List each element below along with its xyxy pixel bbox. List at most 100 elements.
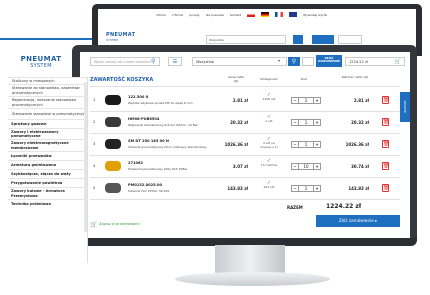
back-search-field[interactable]: Wszystkie xyxy=(206,35,286,44)
product-thumbnail[interactable] xyxy=(105,95,121,105)
availability: ✓ 202 szt xyxy=(257,181,281,190)
back-nav-link[interactable]: o firmie xyxy=(172,13,183,17)
sidebar-item[interactable]: Sterowanie do stanowisko, nawiertów pneu… xyxy=(8,84,88,96)
availability: ✓ 2 szt xyxy=(257,115,281,124)
quantity-value[interactable]: 1 xyxy=(299,120,313,125)
divider xyxy=(90,111,400,112)
line-value: 143.83 zł xyxy=(348,186,369,191)
minus-icon[interactable]: − xyxy=(292,186,299,191)
back-order-button[interactable] xyxy=(312,35,334,44)
plus-icon[interactable]: + xyxy=(313,186,320,191)
flag-de-icon[interactable] xyxy=(261,12,270,17)
product-code[interactable]: PM0132.0025.00 xyxy=(128,183,162,187)
back-top-nav: ofirma o firmie porady dla prasowa konta… xyxy=(98,9,416,20)
availability-text: 1200 szt xyxy=(262,97,276,101)
sidebar-item[interactable]: Sterowanie stanowisk w pneumatycznych xyxy=(8,108,88,119)
flag-pl-icon[interactable] xyxy=(247,12,256,17)
sidebar-item[interactable]: Stoliczny w miesjowych xyxy=(8,77,88,84)
sidebar-item[interactable]: Przygotowanie powietrza xyxy=(8,178,88,187)
minus-icon[interactable]: − xyxy=(292,120,299,125)
col-value-net: Wartość netto (zł) xyxy=(341,75,369,79)
plus-icon[interactable]: + xyxy=(313,142,320,147)
sidebar-item[interactable]: Zawory elektromagnetyczne membranowe xyxy=(8,139,88,151)
product-thumbnail[interactable] xyxy=(105,139,121,149)
search-go-button[interactable]: ⚲ xyxy=(288,57,300,66)
product-code[interactable]: 271062 xyxy=(128,161,143,165)
plus-icon[interactable]: + xyxy=(313,98,320,103)
summary-label: RAZEM xyxy=(287,205,303,210)
save-cart-link[interactable]: Zapisz w przechowalni xyxy=(99,222,140,226)
quantity-value[interactable]: 10 xyxy=(299,164,313,169)
product-code[interactable]: 122.500 II xyxy=(128,95,148,99)
search-icon[interactable]: ⚲ xyxy=(151,58,159,65)
quantity-stepper[interactable]: − 1 + xyxy=(291,97,321,104)
product-code[interactable]: SM DT 250 183 00 N xyxy=(128,139,169,143)
trash-icon[interactable]: 🗑 xyxy=(382,140,389,148)
back-search-button[interactable] xyxy=(293,35,303,44)
search-input[interactable]: Wpisz nazwę lub numer produktu xyxy=(90,57,160,66)
header-order-button[interactable]: ZŁÓŻ ZAMÓWIENIE xyxy=(316,55,342,67)
logo[interactable]: PNEUMAT SYSTEM xyxy=(2,55,80,77)
quantity-stepper[interactable]: − 1 + xyxy=(291,185,321,192)
product-thumbnail[interactable] xyxy=(105,161,121,171)
product-description: Przewód poliuretanowy żółty 8x5 25Bar xyxy=(128,167,188,171)
unit-price: 143.83 zł xyxy=(227,186,248,191)
minus-icon[interactable]: − xyxy=(292,98,299,103)
quantity-stepper[interactable]: − 1 + xyxy=(291,119,321,126)
col-price-net: Cena netto (zł) xyxy=(227,75,245,83)
availability-text: 2 szt xyxy=(265,119,273,123)
product-code[interactable]: HM08-PUB6504 xyxy=(128,117,159,121)
place-order-label: Złóż zamówienie xyxy=(338,218,374,223)
quantity-value[interactable]: 1 xyxy=(299,142,313,147)
row-number: 4 xyxy=(93,164,96,168)
flag-fr-icon[interactable] xyxy=(275,12,284,17)
trash-icon[interactable]: 🗑 xyxy=(382,96,389,104)
sidebar-item[interactable]: Armatura gwintowana xyxy=(8,160,88,169)
sidebar-item[interactable]: Szybkozłącza, złącza do węży xyxy=(8,169,88,178)
back-cart-field[interactable] xyxy=(338,35,362,44)
product-thumbnail[interactable] xyxy=(105,183,121,193)
trash-icon[interactable]: 🗑 xyxy=(382,184,389,192)
quantity-stepper[interactable]: − 10 + xyxy=(291,163,321,170)
back-logo-sub: SYSTEM xyxy=(106,38,118,42)
side-cart-tab[interactable]: KOSZYK xyxy=(400,92,410,122)
quantity-stepper[interactable]: − 1 + xyxy=(291,141,321,148)
sidebar-item[interactable]: Technika próżniowa xyxy=(8,199,88,208)
sidebar-item[interactable]: Regeneracja, mieszanie stanowisko pneuma… xyxy=(8,96,88,108)
place-order-button[interactable]: Złóż zamówienie ▸ xyxy=(316,215,400,227)
barcode-icon[interactable]: ☰ xyxy=(168,57,182,66)
save-cart-icon[interactable]: 🛒 xyxy=(90,221,97,228)
back-nav-link[interactable]: ofirma xyxy=(156,13,166,17)
line-value: 30.74 zł xyxy=(351,164,369,169)
back-nav-link[interactable]: porady xyxy=(189,13,200,17)
cart-total-value: 1224.22 zł xyxy=(349,60,368,64)
menu-scrollbar[interactable] xyxy=(84,82,87,232)
sidebar-item[interactable]: Sprężony gazowe xyxy=(8,119,88,128)
divider xyxy=(90,155,400,156)
sidebar-item[interactable]: Zawory kulowe - Armatura Przemysłowa xyxy=(8,187,88,199)
minus-icon[interactable]: − xyxy=(292,164,299,169)
trash-icon[interactable]: 🗑 xyxy=(382,118,389,126)
row-number: 2 xyxy=(93,120,96,124)
back-nav-link[interactable]: kontakt xyxy=(230,13,241,17)
trash-icon[interactable]: 🗑 xyxy=(382,162,389,170)
unit-price: 20.32 zł xyxy=(230,120,248,125)
quantity-value[interactable]: 1 xyxy=(299,186,313,191)
minus-icon[interactable]: − xyxy=(292,142,299,147)
plus-icon[interactable]: + xyxy=(313,164,320,169)
product-thumbnail[interactable] xyxy=(105,117,121,127)
quantity-value[interactable]: 1 xyxy=(299,98,313,103)
back-search-label: Wyszukaj wyrób xyxy=(303,12,328,17)
filter-dropdown[interactable] xyxy=(302,57,314,66)
sidebar-item[interactable]: Łączniki przewodów xyxy=(8,151,88,160)
sidebar-item[interactable]: Zawory i elektrozawory pneumatyczne xyxy=(8,128,88,139)
availability-text: 0 szt (w miesiącu 1) xyxy=(260,141,278,149)
category-select[interactable]: Wszystkie xyxy=(192,57,287,66)
logo-main: PNEUMAT xyxy=(20,55,62,63)
cart-total-field[interactable]: 1224.22 zł 🛒 xyxy=(345,57,405,66)
row-number: 5 xyxy=(93,186,96,190)
back-nav-link[interactable]: dla prasowa xyxy=(206,13,224,17)
flag-en-icon[interactable] xyxy=(289,12,298,17)
availability: ✓ 0 szt (w miesiącu 1) xyxy=(257,137,281,149)
plus-icon[interactable]: + xyxy=(313,120,320,125)
